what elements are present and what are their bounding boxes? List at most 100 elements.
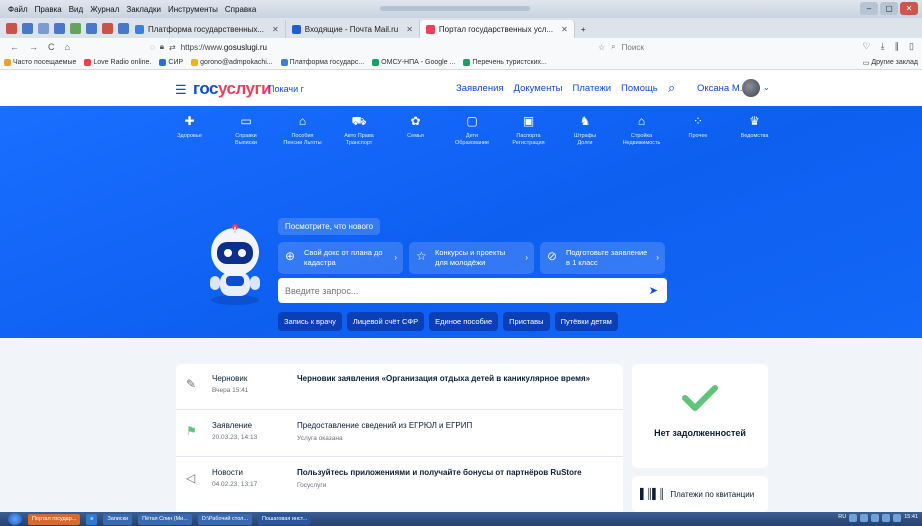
promo-card[interactable]: ⊘ Подготовьте заявление в 1 класс › [540,242,665,274]
nav-help[interactable]: Помощь [621,83,658,94]
quick-link-doctor[interactable]: Запись к врачу [278,312,342,331]
category-other[interactable]: ⁘ Прочее [671,114,726,147]
extension-icon[interactable] [102,22,113,34]
start-icon[interactable] [8,513,22,525]
quick-link-sfr[interactable]: Лицевой счёт СФР [346,312,425,331]
send-icon[interactable]: ➤ [649,284,658,297]
menu-help[interactable]: Справка [225,5,256,14]
bookmark-item[interactable]: ОМСУ-НПА - Google ... [372,59,455,66]
extension-icon[interactable] [70,22,81,34]
other-bookmarks[interactable]: ▭ Другие заклад [863,59,918,67]
bookmark-item[interactable]: Love Radio online. [84,59,151,66]
tray-icon[interactable] [860,514,869,522]
nav-applications[interactable]: Заявления [456,83,504,94]
browser-search[interactable]: ☆ ⌕ Поиск [598,40,778,54]
bookmark-label: gorono@admpokachi... [200,59,273,66]
feed-item-draft[interactable]: ✎ Черновик Вчера 15:41 Черновик заявлени… [176,364,623,410]
minimize-icon[interactable]: – [860,2,878,15]
back-icon[interactable]: ← [10,42,19,52]
pocket-icon[interactable]: ♡ [862,41,870,52]
menu-bookmarks[interactable]: Закладки [126,5,161,14]
feed-item-news[interactable]: ◁ Новости 04.02.23, 13:17 Пользуйтесь пр… [176,458,623,504]
quick-link-benefit[interactable]: Единое пособие [429,312,499,331]
feed-item-application[interactable]: ⚑ Заявление 20.03.23, 14:13 Предоставлен… [176,411,623,457]
sidebar-icon[interactable]: ▯ [909,41,914,52]
category-benefits[interactable]: ⌂ Пособия Пенсии Льготы [275,114,330,147]
menu-view[interactable]: Вид [69,5,83,14]
category-children[interactable]: ▢ Дети Образование [445,114,500,147]
quick-link-vouchers[interactable]: Путёвки детям [554,312,618,331]
debt-card[interactable]: Нет задолженностей [632,364,768,468]
library-icon[interactable]: ∥ [895,41,900,52]
bookmark-icon [372,59,380,66]
extension-icon[interactable] [38,22,49,34]
home-icon[interactable]: ⌂ [65,42,70,52]
category-certificates[interactable]: ▭ Справки Выписки [219,114,274,147]
maximize-icon[interactable]: ▢ [880,2,898,15]
tab-close-icon[interactable]: ✕ [561,25,568,34]
whats-new-badge[interactable]: Посмотрите, что нового [278,218,381,235]
category-passports[interactable]: ▣ Паспорта Регистрация [501,114,556,147]
url-text: https://www.gosuslugi.ru [180,42,267,52]
tab-gosuslugi[interactable]: Портал государственных усл... ✕ [419,20,575,38]
tab-close-icon[interactable]: ✕ [406,25,413,34]
address-bar[interactable]: ◌ 🔒︎ ⇄ https://www.gosuslugi.ru [150,40,610,54]
reload-icon[interactable]: C [48,42,55,52]
promo-card[interactable]: ⊕ Свой докс от плана до кадастра › [278,242,403,274]
tab-platform[interactable]: Платформа государственных... ✕ [129,20,286,38]
forward-icon[interactable]: → [29,42,38,52]
receipt-payment-card[interactable]: ▌║▌║ Платежи по квитанции [632,476,768,512]
bookmark-item[interactable]: СИР [159,59,183,66]
avatar[interactable] [742,79,760,97]
new-tab-button[interactable]: + [575,20,592,38]
language-indicator[interactable]: RU [838,514,846,522]
taskbar-word[interactable]: Пошаговая инст... [257,513,312,525]
close-icon[interactable]: ✕ [900,2,918,15]
gosuslugi-logo[interactable]: госуслуги [193,79,272,99]
tray-icon[interactable] [871,514,880,522]
nav-documents[interactable]: Документы [514,83,563,94]
taskbar-ie-icon[interactable]: e [86,513,98,525]
quick-link-bailiffs[interactable]: Приставы [503,312,550,331]
star-icon[interactable]: ☆ [598,43,605,52]
user-name[interactable]: Оксана М. [697,83,742,94]
network-icon[interactable] [893,514,902,522]
nav-payments[interactable]: Платежи [573,83,612,94]
menu-history[interactable]: Журнал [90,5,119,14]
volume-icon[interactable] [882,514,891,522]
menu-file[interactable]: Файл [8,5,28,14]
extension-icon[interactable] [6,22,17,34]
chevron-down-icon[interactable]: ⌄ [763,83,770,92]
tab-close-icon[interactable]: ✕ [272,25,279,34]
download-icon[interactable]: ⤓ [881,41,885,52]
taskbar-viewer[interactable]: Пётая Спин (Ми... [138,513,192,525]
search-icon[interactable]: ⌕ [668,80,675,96]
category-health[interactable]: ✚ Здоровье [162,114,217,147]
tray-icon[interactable] [849,514,858,522]
search-input[interactable] [278,278,618,303]
tab-mail[interactable]: Входящие - Почта Mail.ru ✕ [286,20,420,38]
extension-icon[interactable] [54,22,65,34]
category-family[interactable]: ✿ Семья [388,114,443,147]
clock[interactable]: 15:41 [904,514,918,522]
bookmark-item[interactable]: Часто посещаемые [4,59,76,66]
region-selector[interactable]: Покачи г [268,84,304,94]
category-fines[interactable]: ♞ Штрафы Долги [558,114,613,147]
extension-icon[interactable] [118,22,129,34]
feed-title: Пользуйтесь приложениями и получайте бон… [297,468,582,477]
bookmark-item[interactable]: Платформа государс... [280,59,364,66]
bookmark-item[interactable]: Перечень туристских... [463,59,547,66]
bookmark-item[interactable]: gorono@admpokachi... [191,59,273,66]
category-realty[interactable]: ⌂ Стройка Недвижимость [614,114,669,147]
taskbar-firefox[interactable]: Портал государ... [28,513,81,525]
menu-icon[interactable]: ☰ [175,82,187,98]
extension-icon[interactable] [86,22,97,34]
taskbar-notes[interactable]: Записки [103,513,133,525]
category-auto[interactable]: ⛟ Авто Права Транспорт [332,114,387,147]
menu-tools[interactable]: Инструменты [168,5,218,14]
promo-card[interactable]: ☆ Конкурсы и проекты для молодёжи › [409,242,534,274]
extension-icon[interactable] [22,22,33,34]
taskbar-explorer[interactable]: D:\Рабочий стол... [197,513,252,525]
menu-edit[interactable]: Правка [35,5,62,14]
category-agencies[interactable]: ♛ Ведомства [727,114,782,147]
